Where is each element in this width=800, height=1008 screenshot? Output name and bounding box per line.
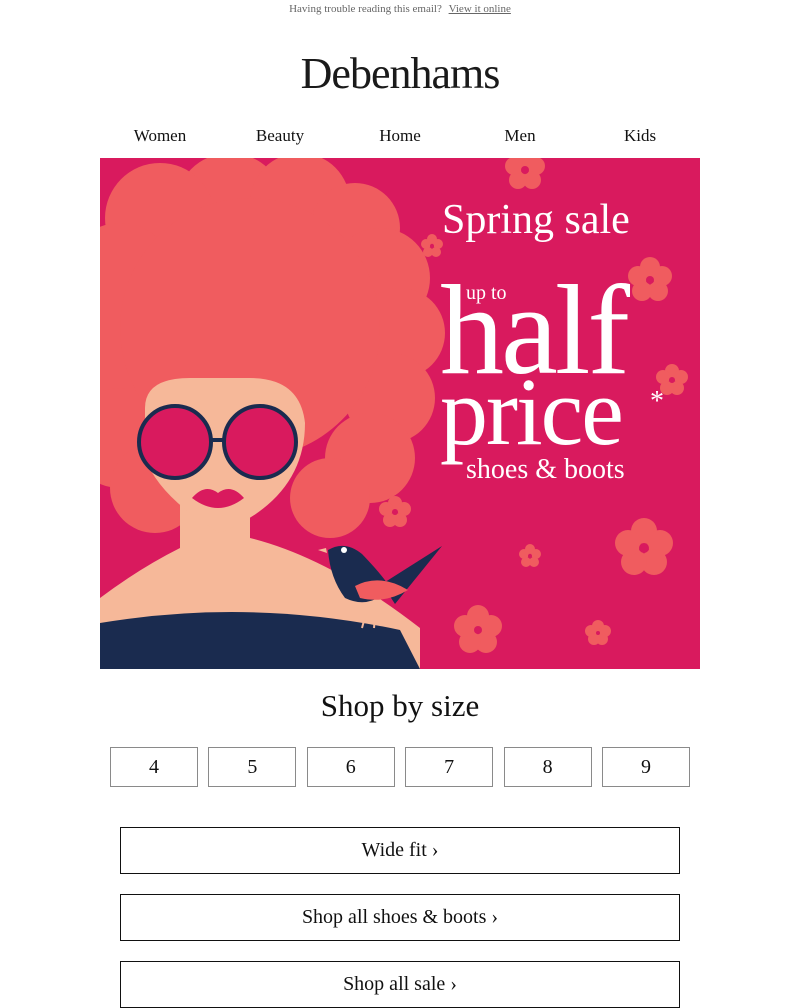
view-online-link[interactable]: View it online	[449, 3, 511, 15]
size-8-button[interactable]: 8	[503, 747, 592, 787]
main-nav: Women Beauty Home Men Kids	[100, 124, 700, 148]
nav-men[interactable]: Men	[460, 124, 580, 148]
wide-fit-button[interactable]: Wide fit ›	[120, 827, 680, 874]
size-selector: 4 5 6 7 8 9	[110, 747, 690, 787]
size-5-button[interactable]: 5	[208, 747, 297, 787]
spring-sale-banner[interactable]: Spring sale half up to price * shoes & b…	[100, 158, 700, 669]
size-7-button[interactable]: 7	[405, 747, 494, 787]
hero-up-to: up to	[466, 282, 507, 304]
shop-shoes-boots-button[interactable]: Shop all shoes & boots ›	[120, 894, 680, 941]
hero-asterisk: *	[650, 386, 664, 417]
hero-subtitle: shoes & boots	[466, 454, 625, 485]
size-9-button[interactable]: 9	[601, 747, 690, 787]
brand-logo[interactable]: Debenhams	[0, 48, 800, 99]
size-4-button[interactable]: 4	[110, 747, 198, 787]
email-preheader: Having trouble reading this email? View …	[0, 0, 800, 20]
hero-price: price	[440, 358, 624, 465]
nav-home[interactable]: Home	[340, 124, 460, 148]
preheader-text: Having trouble reading this email?	[289, 3, 442, 15]
nav-kids[interactable]: Kids	[580, 124, 700, 148]
nav-beauty[interactable]: Beauty	[220, 124, 340, 148]
nav-women[interactable]: Women	[100, 124, 220, 148]
shop-all-sale-button[interactable]: Shop all sale ›	[120, 961, 680, 1008]
hero-title: Spring sale	[442, 197, 630, 243]
size-6-button[interactable]: 6	[306, 747, 395, 787]
shop-by-size-heading: Shop by size	[320, 688, 480, 723]
